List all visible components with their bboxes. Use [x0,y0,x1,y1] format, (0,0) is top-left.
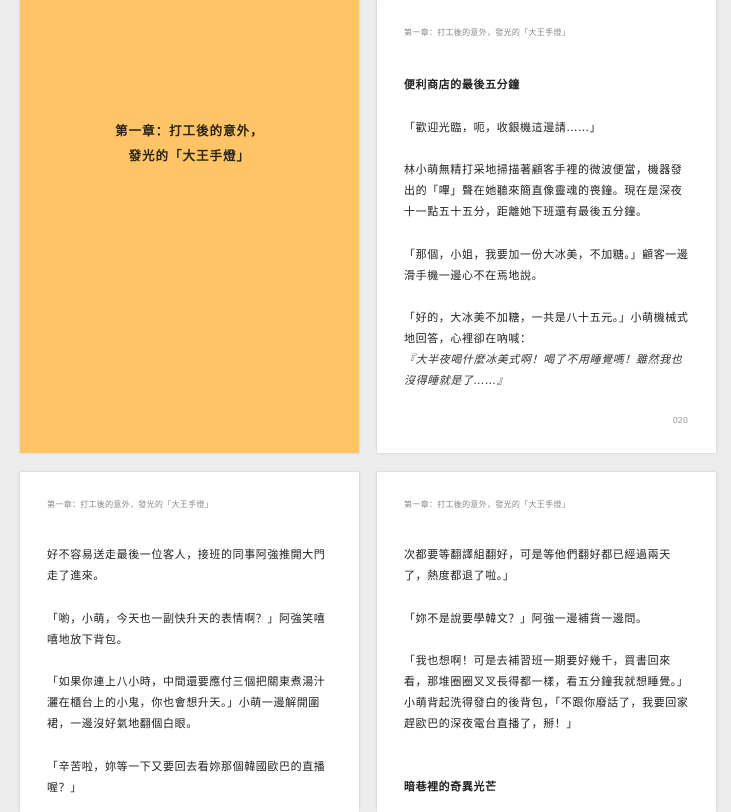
book-page-020[interactable]: 第一章：打工後的意外，發光的「大王手燈」 便利商店的最後五分鐘 「歡迎光臨，呃，… [377,0,716,453]
paragraph: 次都要等翻譯組翻好，可是等他們翻好都已經過兩天了，熱度都退了啦。」 [404,548,671,582]
paragraph: 「我也想啊！可是去補習班一期要好幾千，買書回來看，那堆圈圈叉叉長得都一樣，看五分… [404,654,689,730]
book-page[interactable]: 第一章：打工後的意外，發光的「大王手燈」 好不容易送走最後一位客人，接班的同事阿… [20,472,359,812]
chapter-title-line: 第一章：打工後的意外， [115,123,264,138]
chapter-title: 第一章：打工後的意外， 發光的「大王手燈」 [20,118,359,168]
paragraph: 「歡迎光臨，呃，收銀機這邊請……」 [404,120,602,134]
paragraph: 「妳不是說要學韓文？」阿強一邊補貨一邊問。 [404,611,648,625]
inner-thought: 『大半夜喝什麼冰美式啊！喝了不用睡覺嗎！雖然我也沒得睡就是了……』 [404,353,683,387]
chapter-title-line: 發光的「大王手燈」 [128,148,251,163]
paragraph: 好不容易送走最後一位客人，接班的同事阿強推開大門走了進來。 [47,548,326,582]
book-page[interactable]: 第一章：打工後的意外，發光的「大王手燈」 次都要等翻譯組翻好，可是等他們翻好都已… [377,472,716,812]
running-head: 第一章：打工後的意外，發光的「大王手燈」 [404,28,570,37]
paragraph: 「辛苦啦，妳等一下又要回去看妳那個韓國歐巴的直播喔？」 [47,759,326,794]
paragraph: 林小萌無精打采地掃描著顧客手裡的微波便當，機器發出的「嗶」聲在她聽來簡直像靈魂的… [404,163,683,218]
section-heading: 暗巷裡的奇異光芒 [404,780,497,793]
paragraph: 「喲，小萌，今天也一副快升天的表情啊？」阿強笑嘻嘻地放下背包。 [47,611,326,646]
page-body: 便利商店的最後五分鐘 「歡迎光臨，呃，收銀機這邊請……」 林小萌無精打采地掃描著… [404,74,689,413]
page-number: 020 [672,416,688,425]
paragraph: 「好的，大冰美不加糖，一共是八十五元。」小萌機械式地回答，心裡卻在吶喊： [404,311,689,345]
paragraph: 「那個，小姐，我要加一份大冰美，不加糖。」顧客一邊滑手機一邊心不在焉地說。 [404,247,689,282]
page-body: 好不容易送走最後一位客人，接班的同事阿強推開大門走了進來。 「喲，小萌，今天也一… [47,544,332,812]
running-head: 第一章：打工後的意外，發光的「大王手燈」 [47,500,213,509]
page-body: 次都要等翻譯組翻好，可是等他們翻好都已經過兩天了，熱度都退了啦。」 「妳不是說要… [404,544,689,812]
paragraph: 「如果你連上八小時，中間還要應付三個把關東煮湯汁灑在櫃台上的小鬼，你也會想升天。… [47,675,326,730]
section-heading: 便利商店的最後五分鐘 [404,78,520,91]
running-head: 第一章：打工後的意外，發光的「大王手燈」 [404,500,570,509]
chapter-title-page[interactable]: 第一章：打工後的意外， 發光的「大王手燈」 [20,0,359,453]
